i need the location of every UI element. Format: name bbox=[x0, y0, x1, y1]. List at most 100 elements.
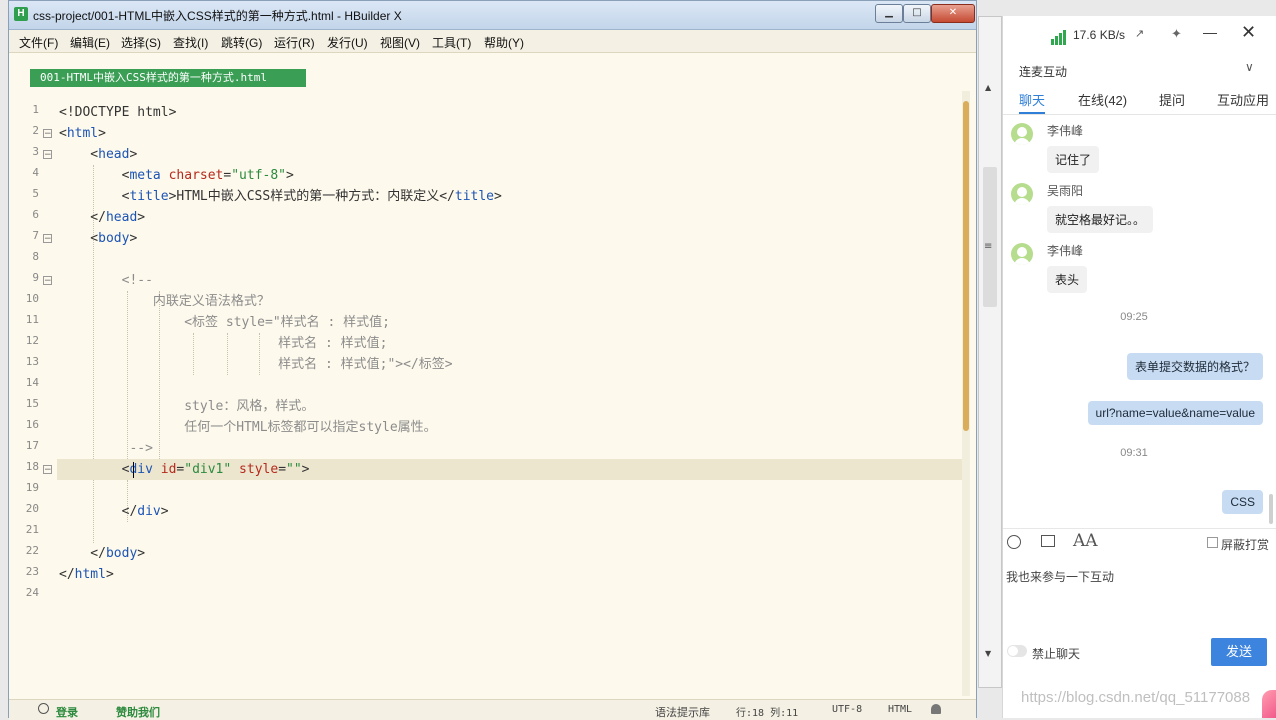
line-number: 1 bbox=[32, 103, 39, 116]
line-number: 17 bbox=[25, 439, 39, 452]
title-bar: H css-project/001-HTML中嵌入CSS样式的第一种方式.htm… bbox=[9, 1, 976, 30]
menu-goto[interactable]: 跳转(G) bbox=[221, 34, 262, 51]
code-line-text: </div> bbox=[59, 504, 169, 519]
window-title: css-project/001-HTML中嵌入CSS样式的第一种方式.html … bbox=[33, 9, 402, 23]
image-icon[interactable] bbox=[1041, 535, 1055, 547]
minimize-icon[interactable]: — bbox=[1203, 24, 1217, 40]
message-sender: 吴雨阳 bbox=[1047, 184, 1084, 198]
tab-current-file[interactable]: 001-HTML中嵌入CSS样式的第一种方式.html bbox=[30, 69, 306, 87]
mute-toggle[interactable] bbox=[1007, 645, 1027, 657]
avatar[interactable] bbox=[1011, 243, 1033, 265]
editor-scrollbar-thumb[interactable] bbox=[963, 101, 969, 431]
block-tips-checkbox[interactable] bbox=[1207, 537, 1218, 548]
editor-window: H css-project/001-HTML中嵌入CSS样式的第一种方式.htm… bbox=[8, 0, 977, 720]
code-line-text: 样式名 : 样式值; bbox=[59, 336, 388, 351]
status-bar: 登录 赞助我们 语法提示库 行:18 列:11 UTF-8 HTML bbox=[9, 699, 976, 720]
code-line-text: 样式名 : 样式值;"></标签> bbox=[59, 357, 453, 372]
code-line-text: style：风格，样式。 bbox=[59, 399, 315, 414]
bell-icon[interactable] bbox=[931, 704, 941, 714]
menu-file[interactable]: 文件(F) bbox=[19, 34, 58, 51]
side-scroll-thumb[interactable] bbox=[983, 167, 997, 307]
message-bubble: 表头 bbox=[1047, 266, 1088, 293]
menu-bar: 文件(F) 编辑(E) 选择(S) 查找(I) 跳转(G) 运行(R) 发行(U… bbox=[9, 30, 976, 53]
message-bubble: 记住了 bbox=[1047, 146, 1100, 173]
expand-icon[interactable]: ↗ bbox=[1135, 27, 1144, 40]
message-time: 09:25 bbox=[1120, 311, 1148, 323]
menu-run[interactable]: 运行(R) bbox=[274, 34, 315, 51]
scroll-up-icon[interactable]: ▲ bbox=[985, 83, 991, 92]
code-line-text: </head> bbox=[59, 210, 146, 225]
send-button[interactable]: 发送 bbox=[1211, 638, 1267, 666]
maximize-button[interactable]: □ bbox=[903, 4, 931, 23]
menu-tools[interactable]: 工具(T) bbox=[432, 34, 471, 51]
code-editor[interactable]: 1 <!DOCTYPE html> 2− <html> 3− <head> 4 <meta… bbox=[9, 102, 969, 622]
code-line-text: <html> bbox=[59, 126, 106, 141]
menu-edit[interactable]: 编辑(E) bbox=[70, 34, 110, 51]
chat-toolbar: AA 屏蔽打赏 bbox=[1003, 528, 1276, 557]
message-time: 09:31 bbox=[1120, 447, 1148, 459]
chat-scrollbar-thumb[interactable] bbox=[1269, 494, 1273, 524]
language-indicator[interactable]: HTML bbox=[888, 704, 912, 715]
chat-input[interactable]: 我也来参与一下互动 bbox=[1006, 568, 1114, 585]
code-line-text: </body> bbox=[59, 546, 146, 561]
chevron-down-icon[interactable]: ∨ bbox=[1245, 60, 1254, 74]
line-number: 19 bbox=[25, 481, 39, 494]
code-line-text: --> bbox=[59, 441, 153, 456]
code-line-text: <body> bbox=[59, 231, 138, 246]
network-speed: 17.6 KB/s bbox=[1073, 28, 1126, 42]
tab-chat[interactable]: 聊天 bbox=[1019, 90, 1045, 109]
menu-select[interactable]: 选择(S) bbox=[121, 34, 161, 51]
avatar[interactable] bbox=[1011, 183, 1033, 205]
menu-find[interactable]: 查找(I) bbox=[173, 34, 208, 51]
fold-toggle-icon[interactable]: − bbox=[43, 129, 52, 139]
fold-toggle-icon[interactable]: − bbox=[43, 465, 52, 475]
fold-toggle-icon[interactable]: − bbox=[43, 234, 52, 244]
code-line-text: <head> bbox=[59, 147, 138, 162]
line-number: 13 bbox=[25, 355, 39, 368]
code-line-text: <meta charset="utf-8"> bbox=[59, 168, 294, 183]
hbuilder-logo-icon: H bbox=[14, 7, 28, 21]
line-number: 16 bbox=[25, 418, 39, 431]
line-number: 18 bbox=[25, 460, 39, 473]
menu-publish[interactable]: 发行(U) bbox=[327, 34, 368, 51]
tab-questions[interactable]: 提问 bbox=[1159, 90, 1185, 109]
code-line-text: <标签 style="样式名 : 样式值; bbox=[59, 315, 390, 330]
tab-apps[interactable]: 互动应用 bbox=[1217, 90, 1269, 109]
code-line-text: </html> bbox=[59, 567, 114, 582]
encoding-indicator[interactable]: UTF-8 bbox=[832, 704, 862, 715]
fold-toggle-icon[interactable]: − bbox=[43, 150, 52, 160]
avatar[interactable] bbox=[1011, 123, 1033, 145]
watermark: https://blog.csdn.net/qq_51177088 bbox=[1021, 689, 1251, 706]
font-icon[interactable]: AA bbox=[1073, 531, 1098, 551]
mute-label: 禁止聊天 bbox=[1032, 647, 1081, 661]
line-number: 7 bbox=[32, 229, 39, 242]
code-line-text: <!DOCTYPE html> bbox=[59, 105, 177, 120]
section-title: 连麦互动 bbox=[1019, 65, 1068, 79]
line-number: 3 bbox=[32, 145, 39, 158]
scroll-down-icon[interactable]: ▼ bbox=[985, 649, 991, 658]
code-line-text: <!-- bbox=[59, 273, 153, 288]
message-bubble: 就空格最好记。。 bbox=[1047, 206, 1154, 233]
pin-icon[interactable]: ✦ bbox=[1171, 26, 1182, 42]
line-number: 8 bbox=[32, 250, 39, 263]
my-message-bubble: url?name=value&name=value bbox=[1087, 401, 1263, 425]
line-number: 24 bbox=[25, 586, 39, 599]
line-number: 10 bbox=[25, 292, 39, 305]
menu-view[interactable]: 视图(V) bbox=[380, 34, 420, 51]
line-number: 21 bbox=[25, 523, 39, 536]
close-icon[interactable]: ✕ bbox=[1241, 22, 1256, 43]
minimize-button[interactable]: ▁ bbox=[875, 4, 903, 23]
line-number: 6 bbox=[32, 208, 39, 221]
menu-help[interactable]: 帮助(Y) bbox=[484, 34, 524, 51]
user-icon bbox=[38, 703, 49, 714]
tab-online[interactable]: 在线(42) bbox=[1078, 90, 1127, 109]
line-number: 9 bbox=[32, 271, 39, 284]
close-button[interactable]: ✕ bbox=[931, 4, 975, 23]
emoji-icon[interactable] bbox=[1007, 535, 1021, 549]
line-number: 11 bbox=[25, 313, 39, 326]
fold-toggle-icon[interactable]: − bbox=[43, 276, 52, 286]
code-line-text: 任何一个HTML标签都可以指定style属性。 bbox=[59, 420, 437, 435]
block-tips-label: 屏蔽打赏 bbox=[1221, 538, 1270, 552]
cursor-position: 行:18 列:11 bbox=[736, 708, 799, 719]
line-number: 14 bbox=[25, 376, 39, 389]
